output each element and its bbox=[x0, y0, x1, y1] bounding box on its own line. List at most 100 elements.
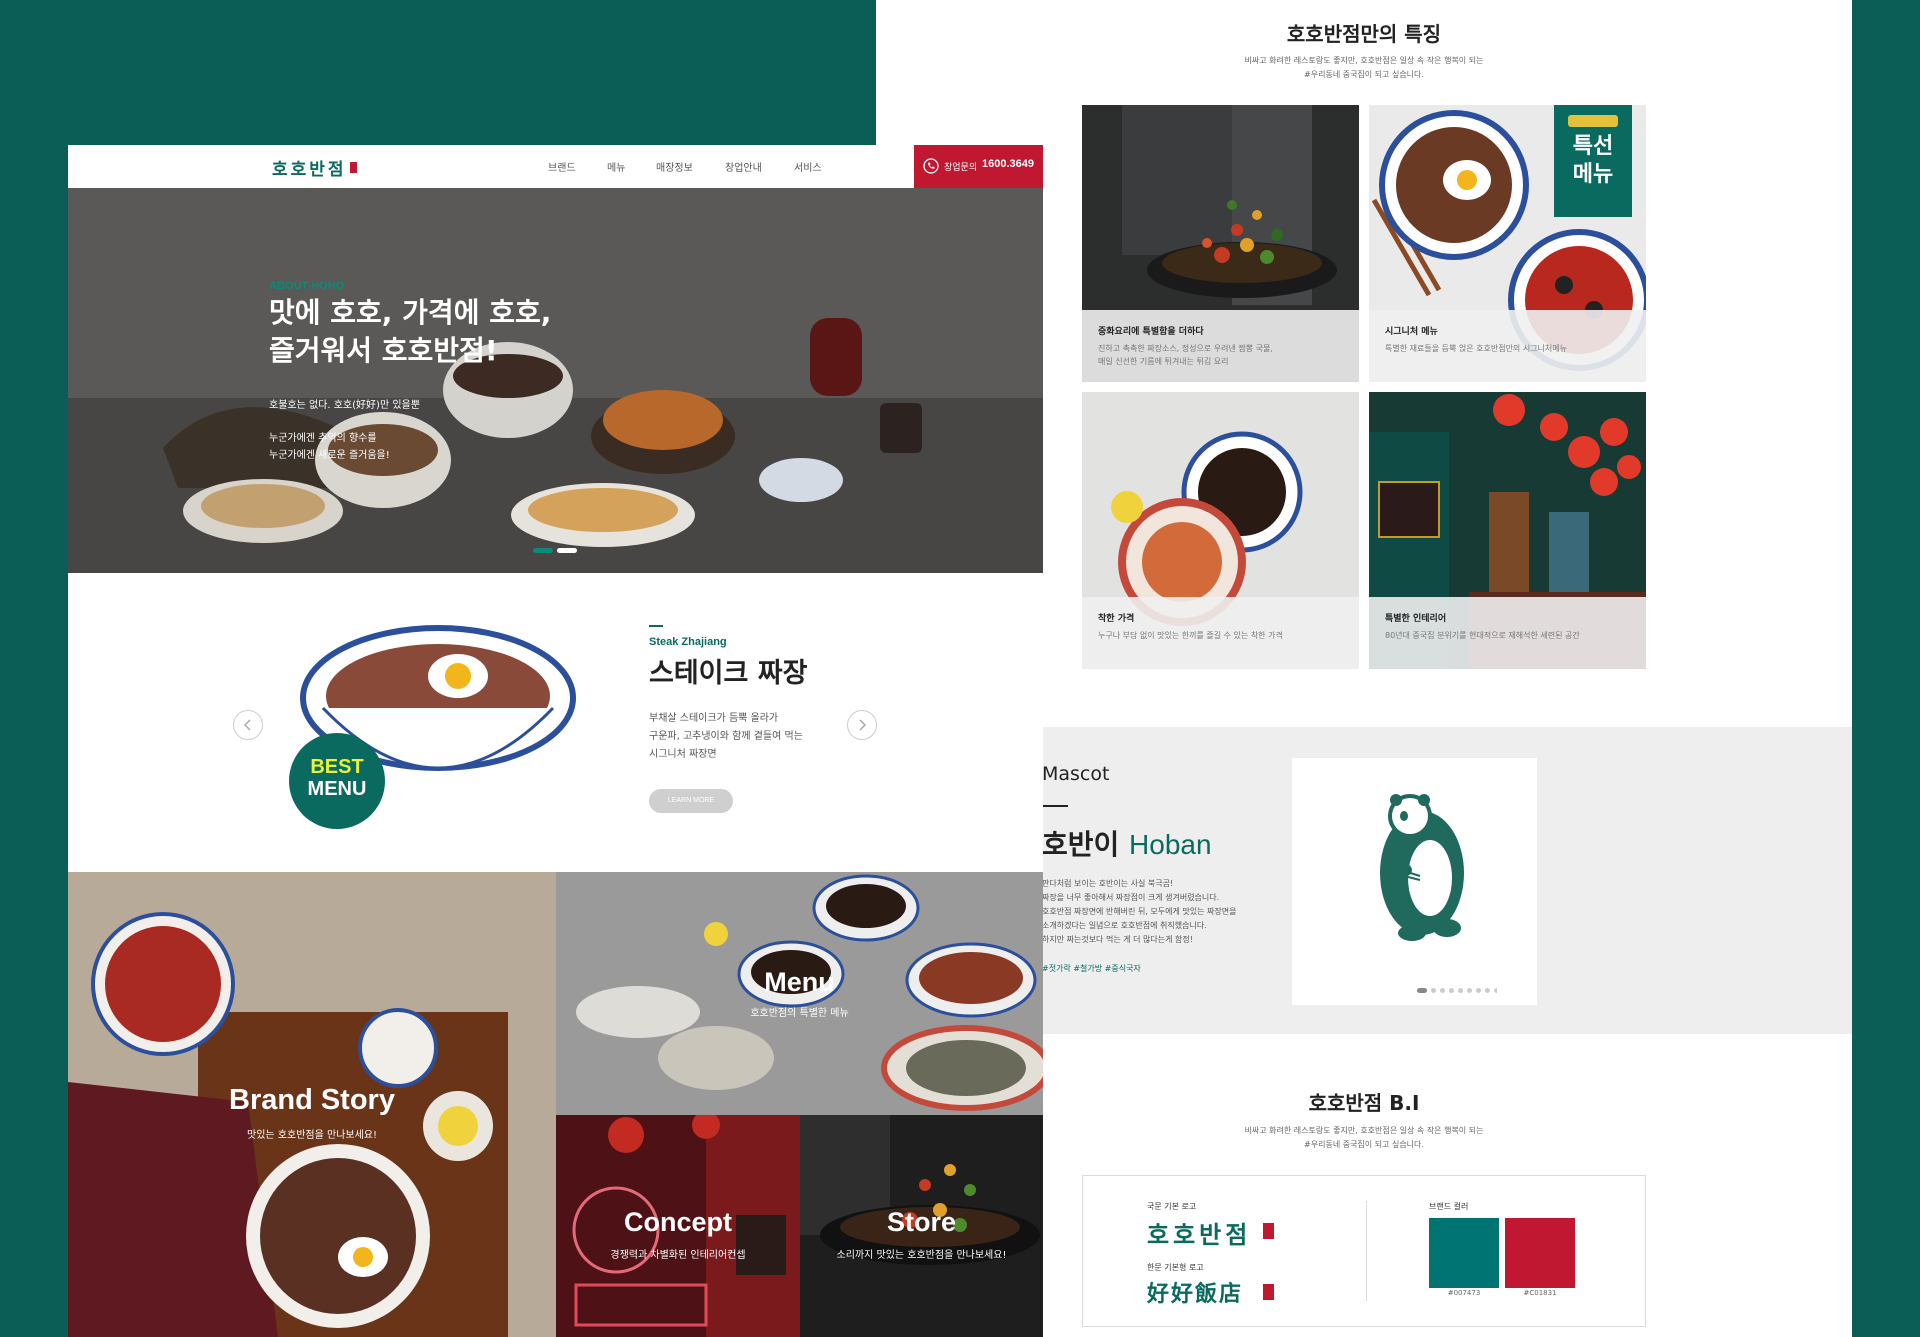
features-subtitle-1: 비싸고 화려한 레스토랑도 좋지만, 호호반점은 일상 속 작은 행복이 되는 bbox=[1244, 56, 1484, 65]
feature-desc-2: 특별한 재료들을 듬뿍 얹은 호호반점만의 시그니처메뉴 bbox=[1385, 344, 1567, 353]
mascot-eyebrow: Mascot bbox=[1042, 763, 1110, 785]
nav-service[interactable]: 서비스 bbox=[794, 159, 822, 174]
mascot-tags: #젓가락 #철가방 #중식국자 bbox=[1042, 964, 1141, 973]
mascot-desc-line: 호호반점 짜장면에 반해버린 뒤, 모두에게 맛있는 짜장면을 bbox=[1042, 907, 1237, 916]
feature-card-2[interactable]: 특선 메뉴 시그니처 메뉴 특별한 재료들을 듬뿍 얹은 호호반점만의 시그니처… bbox=[1369, 105, 1646, 382]
mascot-description: 판다처럼 보이는 호반이는 사실 북극곰! 짜장을 너무 좋아해서 짜장점이 크… bbox=[1042, 877, 1242, 947]
cn-logo-label: 한문 기본형 로고 bbox=[1147, 1263, 1204, 1272]
special-menu-badge-line2: 메뉴 bbox=[1572, 162, 1614, 187]
mascot-desc-line: 하지만 짜는것보다 먹는 게 더 많다는게 함정! bbox=[1042, 935, 1193, 944]
best-badge-line1: BEST bbox=[310, 756, 364, 778]
best-menu-badge: BEST MENU bbox=[289, 733, 385, 829]
feature-caption-2: 시그니처 메뉴 특별한 재료들을 듬뿍 얹은 호호반점만의 시그니처메뉴 bbox=[1369, 310, 1646, 382]
kr-logo: 호호반점 bbox=[1147, 1221, 1252, 1249]
mascot-desc-line: 짜장을 너무 좋아해서 짜장점이 크게 생겨버렸습니다. bbox=[1042, 893, 1220, 902]
mascot-carousel-dot[interactable] bbox=[1417, 988, 1427, 993]
feature-title-1: 중화요리에 특별함을 더하다 bbox=[1098, 327, 1204, 337]
hero-title-line2: 즐거워서 호호반점! bbox=[269, 334, 498, 367]
best-menu-section: BEST MENU Steak Zhajiang 스테이크 짜장 부채살 스테이… bbox=[68, 573, 1043, 872]
best-desc-line: 시그니처 짜장면 bbox=[649, 749, 717, 760]
hero-desc-2: 누군가에겐 추억의 향수를 누군가에겐 새로운 즐거움을! bbox=[269, 430, 390, 464]
mascot-carousel-dot[interactable] bbox=[1449, 988, 1454, 993]
mascot-divider bbox=[1042, 805, 1068, 807]
chevron-left-icon bbox=[243, 719, 251, 731]
mascot-name-en: Hoban bbox=[1129, 829, 1212, 860]
feature-card-4[interactable]: 특별한 인테리어 80년대 중국집 분위기를 현대적으로 재해석한 세련된 공간 bbox=[1369, 392, 1646, 669]
feature-card-1[interactable]: 중화요리에 특별함을 더하다 진하고 촉촉한 짜장소스, 정성으로 우려낸 짬뽕… bbox=[1082, 105, 1359, 382]
hero-slide-dot-2[interactable] bbox=[557, 548, 577, 553]
brand-story-title: Brand Story bbox=[229, 1084, 395, 1116]
mascot-carousel-dot[interactable] bbox=[1467, 988, 1472, 993]
swatch-teal-code: #007473 bbox=[1447, 1289, 1481, 1297]
hero-title: 맛에 호호, 가격에 호호, 즐거워서 호호반점! bbox=[269, 294, 551, 370]
store-tile[interactable]: Store 소리까지 맛있는 호호반점을 만나보세요! bbox=[800, 1115, 1043, 1337]
phone-icon bbox=[923, 158, 939, 174]
hero-desc-2-line1: 누군가에겐 추억의 향수를 bbox=[269, 433, 377, 444]
cn-logo-stamp bbox=[1263, 1284, 1274, 1300]
left-sheet: 호호반점 브랜드 메뉴 매장정보 창업안내 서비스 창업문의 1600.3649 bbox=[68, 145, 1043, 1337]
call-label: 창업문의 bbox=[944, 163, 978, 173]
feature-card-3[interactable]: 착한 가격 누구나 부담 없이 맛있는 한끼를 즐길 수 있는 착한 가격 bbox=[1082, 392, 1359, 669]
feature-desc-1b: 매일 신선한 기름에 튀겨내는 튀김 요리 bbox=[1098, 357, 1229, 366]
feature-caption-3: 착한 가격 누구나 부담 없이 맛있는 한끼를 즐길 수 있는 착한 가격 bbox=[1082, 597, 1359, 669]
mascot-carousel-dot[interactable] bbox=[1494, 988, 1499, 993]
menu-tile[interactable]: Menu 호호반점의 특별한 메뉴 bbox=[556, 872, 1043, 1115]
best-desc-line: 구운파, 고추냉이와 함께 곁들여 먹는 bbox=[649, 731, 803, 742]
next-slide-button[interactable] bbox=[847, 710, 877, 740]
nav-menu[interactable]: 메뉴 bbox=[607, 159, 625, 174]
concept-subtitle: 경쟁력과 차별화된 인테리어컨셉 bbox=[610, 1250, 746, 1261]
call-phone-number: 1600.3649 bbox=[982, 158, 1034, 170]
franchise-call-button[interactable]: 창업문의 1600.3649 bbox=[914, 145, 1043, 188]
brand-color-swatch-red bbox=[1505, 1218, 1575, 1288]
concept-title: Concept bbox=[624, 1207, 732, 1237]
hero-banner: ABOUT HOHO 맛에 호호, 가격에 호호, 즐거워서 호호반점! 호불호… bbox=[68, 188, 1043, 573]
best-menu-desc: 부채살 스테이크가 듬뿍 올라가 구운파, 고추냉이와 함께 곁들여 먹는 시그… bbox=[649, 710, 803, 764]
site-header: 호호반점 브랜드 메뉴 매장정보 창업안내 서비스 창업문의 1600.3649 bbox=[68, 145, 1043, 188]
feature-title-2: 시그니처 메뉴 bbox=[1385, 327, 1438, 337]
brand-story-tile[interactable]: Brand Story 맛있는 호호반점을 만나보세요! bbox=[68, 872, 556, 1337]
menu-subtitle: 호호반점의 특별한 메뉴 bbox=[750, 1008, 849, 1019]
brand-color-swatch-teal bbox=[1429, 1218, 1499, 1288]
nav-store-info[interactable]: 매장정보 bbox=[656, 159, 693, 174]
mascot-name: 호반이 Hoban bbox=[1042, 823, 1212, 863]
mascot-section: Mascot 호반이 Hoban 판다처럼 보이는 호반이는 사실 북극곰! 짜… bbox=[1042, 727, 1852, 1034]
feature-title-3: 착한 가격 bbox=[1098, 614, 1135, 624]
mascot-name-kr: 호반이 bbox=[1042, 828, 1120, 861]
mascot-card bbox=[1292, 758, 1537, 1005]
mascot-carousel-dot[interactable] bbox=[1458, 988, 1463, 993]
hero-title-line1: 맛에 호호, 가격에 호호, bbox=[269, 296, 552, 329]
concept-tile[interactable]: Concept 경쟁력과 차별화된 인테리어컨셉 bbox=[556, 1115, 800, 1337]
mascot-carousel-dot[interactable] bbox=[1440, 988, 1445, 993]
prev-slide-button[interactable] bbox=[233, 710, 263, 740]
chevron-right-icon bbox=[859, 719, 867, 731]
site-logo[interactable]: 호호반점 bbox=[272, 155, 347, 180]
hero-eyebrow: ABOUT HOHO bbox=[269, 280, 345, 292]
bi-divider bbox=[1366, 1201, 1367, 1301]
mascot-carousel-dot[interactable] bbox=[1476, 988, 1481, 993]
menu-title: Menu bbox=[764, 967, 835, 997]
feature-desc-3: 누구나 부담 없이 맛있는 한끼를 즐길 수 있는 착한 가격 bbox=[1098, 631, 1283, 640]
store-subtitle: 소리까지 맛있는 호호반점을 만나보세요! bbox=[836, 1250, 1007, 1261]
cn-logo: 好好飯店 bbox=[1147, 1282, 1244, 1307]
mascot-carousel-dots bbox=[1417, 979, 1499, 993]
features-title: 호호반점만의 특징 bbox=[1286, 22, 1442, 46]
feature-caption-4: 특별한 인테리어 80년대 중국집 분위기를 현대적으로 재해석한 세련된 공간 bbox=[1369, 597, 1646, 669]
mascot-carousel-dot[interactable] bbox=[1485, 988, 1490, 993]
special-menu-badge-line1: 특선 bbox=[1572, 134, 1614, 159]
kr-logo-stamp bbox=[1263, 1223, 1274, 1239]
feature-desc-1a: 진하고 촉촉한 짜장소스, 정성으로 우려낸 짬뽕 국물, bbox=[1098, 344, 1273, 353]
kr-logo-label: 국문 기본 로고 bbox=[1147, 1202, 1197, 1211]
best-menu-eyebrow: Steak Zhajiang bbox=[649, 636, 727, 648]
panda-mascot-illustration bbox=[1380, 794, 1464, 941]
brand-story-subtitle: 맛있는 호호반점을 만나보세요! bbox=[247, 1130, 377, 1141]
features-subtitle-2: #우리동네 중국집이 되고 싶습니다. bbox=[1304, 70, 1424, 79]
feature-caption-1: 중화요리에 특별함을 더하다 진하고 촉촉한 짜장소스, 정성으로 우려낸 짬뽕… bbox=[1082, 310, 1359, 382]
nav-brand[interactable]: 브랜드 bbox=[548, 159, 576, 174]
nav-franchise[interactable]: 창업안내 bbox=[725, 159, 762, 174]
hero-slide-dot-1[interactable] bbox=[533, 548, 553, 553]
learn-more-button[interactable]: LEARN MORE bbox=[649, 789, 733, 813]
swatch-red-code: #C01831 bbox=[1523, 1289, 1557, 1297]
hero-desc-2-line2: 누군가에겐 새로운 즐거움을! bbox=[269, 450, 390, 461]
mascot-carousel-dot[interactable] bbox=[1431, 988, 1436, 993]
special-menu-badge: 특선 메뉴 bbox=[1554, 105, 1632, 217]
